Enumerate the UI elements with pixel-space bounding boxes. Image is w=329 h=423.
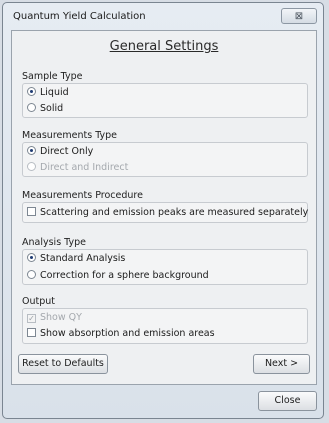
radio-liquid-indicator[interactable] bbox=[27, 87, 36, 96]
output-title: Output bbox=[22, 296, 57, 307]
output-group: Output ✓ Show QY Show absorption and emis… bbox=[22, 296, 308, 344]
radio-sphere-background-label: Correction for a sphere background bbox=[40, 270, 209, 281]
radio-solid-label: Solid bbox=[40, 103, 64, 114]
radio-direct-only[interactable]: Direct Only bbox=[27, 145, 93, 159]
radio-liquid[interactable]: Liquid bbox=[27, 86, 69, 100]
title-bar: Quantum Yield Calculation ⊠ bbox=[3, 3, 323, 29]
checkbox-scattering-separately[interactable]: Scattering and emission peaks are measur… bbox=[27, 206, 308, 220]
checkbox-show-areas-box[interactable] bbox=[27, 328, 36, 337]
close-button[interactable]: Close bbox=[258, 391, 317, 411]
radio-direct-and-indirect-label: Direct and Indirect bbox=[40, 162, 129, 173]
sample-type-title: Sample Type bbox=[22, 71, 85, 82]
radio-sphere-background-indicator[interactable] bbox=[27, 270, 36, 279]
radio-direct-and-indirect: Direct and Indirect bbox=[27, 161, 128, 175]
radio-standard-analysis-indicator[interactable] bbox=[27, 253, 36, 262]
reset-to-defaults-button[interactable]: Reset to Defaults bbox=[18, 354, 108, 374]
close-icon: ⊠ bbox=[294, 11, 304, 22]
checkbox-show-qy: ✓ Show QY bbox=[27, 311, 82, 325]
radio-standard-analysis-label: Standard Analysis bbox=[40, 253, 126, 264]
close-window-button[interactable]: ⊠ bbox=[281, 8, 317, 24]
settings-panel: General Settings Sample Type Liquid Soli… bbox=[11, 30, 317, 385]
window-title: Quantum Yield Calculation bbox=[13, 11, 146, 22]
next-button[interactable]: Next > bbox=[253, 354, 310, 374]
analysis-type-title: Analysis Type bbox=[22, 237, 88, 248]
checkbox-scattering-separately-box[interactable] bbox=[27, 207, 36, 216]
measurements-type-title: Measurements Type bbox=[22, 130, 120, 141]
radio-solid[interactable]: Solid bbox=[27, 102, 63, 116]
dialog-window: Quantum Yield Calculation ⊠ General Sett… bbox=[2, 2, 324, 419]
checkbox-scattering-separately-label: Scattering and emission peaks are measur… bbox=[40, 207, 309, 218]
checkbox-show-qy-box: ✓ bbox=[27, 314, 36, 323]
radio-solid-indicator[interactable] bbox=[27, 103, 36, 112]
radio-sphere-background[interactable]: Correction for a sphere background bbox=[27, 269, 209, 283]
checkbox-show-areas[interactable]: Show absorption and emission areas bbox=[27, 327, 215, 341]
radio-liquid-label: Liquid bbox=[40, 87, 69, 98]
checkbox-show-areas-label: Show absorption and emission areas bbox=[40, 328, 215, 339]
measurements-type-group: Measurements Type Direct Only Direct and… bbox=[22, 130, 308, 177]
radio-standard-analysis[interactable]: Standard Analysis bbox=[27, 252, 125, 266]
measurements-procedure-group: Measurements Procedure Scattering and em… bbox=[22, 190, 308, 223]
radio-direct-only-label: Direct Only bbox=[40, 146, 94, 157]
checkbox-show-qy-label: Show QY bbox=[40, 312, 82, 323]
radio-direct-only-indicator[interactable] bbox=[27, 146, 36, 155]
analysis-type-group: Analysis Type Standard Analysis Correcti… bbox=[22, 237, 308, 285]
measurements-procedure-title: Measurements Procedure bbox=[22, 190, 145, 201]
radio-direct-and-indirect-indicator bbox=[27, 162, 36, 171]
page-title: General Settings bbox=[109, 39, 219, 54]
sample-type-group: Sample Type Liquid Solid bbox=[22, 71, 308, 118]
